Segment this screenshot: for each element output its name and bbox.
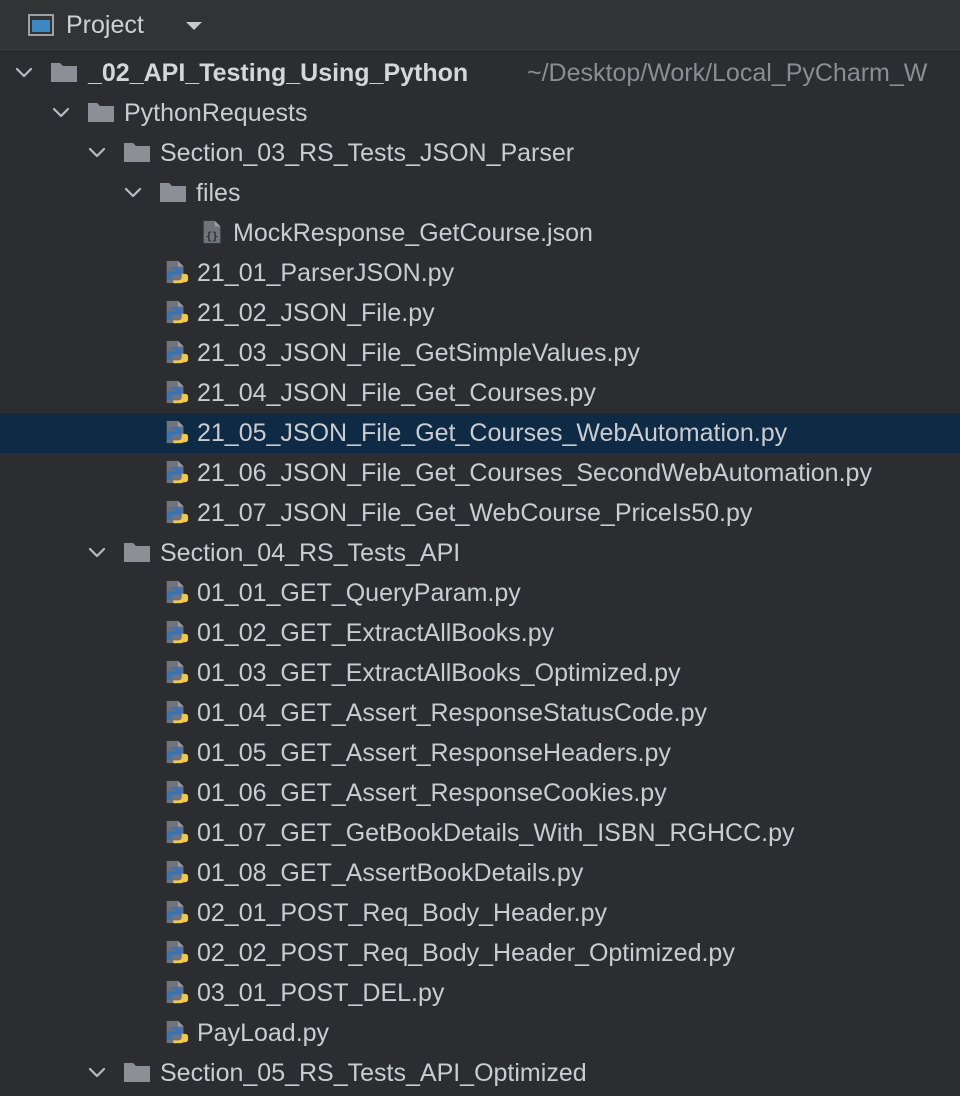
json-file-icon (198, 219, 226, 245)
tree-row-file[interactable]: 21_07_JSON_File_Get_WebCourse_PriceIs50.… (0, 493, 960, 533)
python-file-icon (162, 779, 190, 805)
panel-title[interactable]: Project (66, 9, 144, 41)
tree-row-root[interactable]: _02_API_Testing_Using_Python ~/Desktop/W… (0, 53, 960, 93)
tree-row-file[interactable]: 21_04_JSON_File_Get_Courses.py (0, 373, 960, 413)
file-name: 01_07_GET_GetBookDetails_With_ISBN_RGHCC… (197, 819, 795, 847)
tree-row-file[interactable]: 01_04_GET_Assert_ResponseStatusCode.py (0, 693, 960, 733)
python-file-icon (162, 699, 190, 725)
chevron-down-icon[interactable] (87, 546, 107, 560)
file-name: 21_03_JSON_File_GetSimpleValues.py (197, 339, 640, 367)
tree-row-file-selected[interactable]: 21_05_JSON_File_Get_Courses_WebAutomatio… (0, 413, 960, 453)
tree-row-file[interactable]: 01_05_GET_Assert_ResponseHeaders.py (0, 733, 960, 773)
folder-name: files (196, 179, 241, 207)
python-file-icon (162, 1019, 190, 1045)
tree-row-file[interactable]: PayLoad.py (0, 1013, 960, 1053)
python-file-icon (162, 899, 190, 925)
tree-row-file[interactable]: 21_03_JSON_File_GetSimpleValues.py (0, 333, 960, 373)
chevron-down-icon[interactable] (51, 106, 71, 120)
tree-row-file[interactable]: 01_08_GET_AssertBookDetails.py (0, 853, 960, 893)
file-name: PayLoad.py (197, 1019, 330, 1047)
tree-row-folder[interactable]: Section_03_RS_Tests_JSON_Parser (0, 133, 960, 173)
root-folder-name: _02_API_Testing_Using_Python (88, 59, 469, 87)
file-name: 02_02_POST_Req_Body_Header_Optimized.py (197, 939, 735, 967)
folder-icon (87, 99, 115, 125)
tree-row-folder[interactable]: Section_04_RS_Tests_API (0, 533, 960, 573)
python-file-icon (162, 259, 190, 285)
tree-row-folder[interactable]: PythonRequests (0, 93, 960, 133)
file-name: 03_01_POST_DEL.py (197, 979, 445, 1007)
chevron-down-icon[interactable] (184, 20, 204, 32)
folder-icon (123, 539, 151, 565)
chevron-down-icon[interactable] (123, 186, 143, 200)
folder-name: PythonRequests (124, 99, 308, 127)
folder-icon (50, 59, 78, 85)
python-file-icon (162, 619, 190, 645)
file-name: 21_06_JSON_File_Get_Courses_SecondWebAut… (197, 459, 872, 487)
python-file-icon (162, 339, 190, 365)
tree-row-file[interactable]: MockResponse_GetCourse.json (0, 213, 960, 253)
python-file-icon (162, 859, 190, 885)
tree-row-file[interactable]: 02_02_POST_Req_Body_Header_Optimized.py (0, 933, 960, 973)
python-file-icon (162, 659, 190, 685)
python-file-icon (162, 299, 190, 325)
python-file-icon (162, 819, 190, 845)
chevron-down-icon[interactable] (87, 146, 107, 160)
folder-icon (123, 1059, 151, 1085)
python-file-icon (162, 579, 190, 605)
folder-name: Section_04_RS_Tests_API (160, 539, 461, 567)
tree-row-file[interactable]: 03_01_POST_DEL.py (0, 973, 960, 1013)
tree-row-file[interactable]: 21_02_JSON_File.py (0, 293, 960, 333)
file-name: 01_08_GET_AssertBookDetails.py (197, 859, 584, 887)
tree-row-file[interactable]: 01_01_GET_QueryParam.py (0, 573, 960, 613)
file-name: 01_04_GET_Assert_ResponseStatusCode.py (197, 699, 708, 727)
tree-row-file[interactable]: 01_02_GET_ExtractAllBooks.py (0, 613, 960, 653)
file-name: 01_01_GET_QueryParam.py (197, 579, 521, 607)
python-file-icon (162, 979, 190, 1005)
python-file-icon (162, 739, 190, 765)
tree-row-folder[interactable]: files (0, 173, 960, 213)
file-name: 21_05_JSON_File_Get_Courses_WebAutomatio… (197, 419, 788, 447)
file-name: 21_07_JSON_File_Get_WebCourse_PriceIs50.… (197, 499, 753, 527)
chevron-down-icon[interactable] (87, 1066, 107, 1080)
file-name: 21_01_ParserJSON.py (197, 259, 455, 287)
file-name: 21_02_JSON_File.py (197, 299, 435, 327)
file-name: 21_04_JSON_File_Get_Courses.py (197, 379, 596, 407)
root-folder-path: ~/Desktop/Work/Local_PyCharm_W (527, 59, 928, 87)
chevron-down-icon[interactable] (14, 66, 34, 80)
python-file-icon (162, 419, 190, 445)
python-file-icon (162, 379, 190, 405)
file-name: 01_05_GET_Assert_ResponseHeaders.py (197, 739, 671, 767)
folder-icon (159, 179, 187, 205)
project-window-icon (28, 14, 54, 36)
python-file-icon (162, 939, 190, 965)
tree-row-file[interactable]: 01_03_GET_ExtractAllBooks_Optimized.py (0, 653, 960, 693)
python-file-icon (162, 459, 190, 485)
file-name: 01_02_GET_ExtractAllBooks.py (197, 619, 555, 647)
project-panel-header: Project (0, 0, 960, 50)
folder-icon (123, 139, 151, 165)
file-name: MockResponse_GetCourse.json (233, 219, 593, 247)
tree-row-folder[interactable]: Section_05_RS_Tests_API_Optimized (0, 1053, 960, 1093)
tree-row-file[interactable]: 02_01_POST_Req_Body_Header.py (0, 893, 960, 933)
tree-row-file[interactable]: 21_06_JSON_File_Get_Courses_SecondWebAut… (0, 453, 960, 493)
folder-name: Section_05_RS_Tests_API_Optimized (160, 1059, 587, 1087)
file-name: 01_03_GET_ExtractAllBooks_Optimized.py (197, 659, 681, 687)
tree-row-file[interactable]: 21_01_ParserJSON.py (0, 253, 960, 293)
python-file-icon (162, 499, 190, 525)
file-name: 02_01_POST_Req_Body_Header.py (197, 899, 608, 927)
file-name: 01_06_GET_Assert_ResponseCookies.py (197, 779, 667, 807)
tree-row-file[interactable]: 01_06_GET_Assert_ResponseCookies.py (0, 773, 960, 813)
tree-row-file[interactable]: 01_07_GET_GetBookDetails_With_ISBN_RGHCC… (0, 813, 960, 853)
folder-name: Section_03_RS_Tests_JSON_Parser (160, 139, 575, 167)
